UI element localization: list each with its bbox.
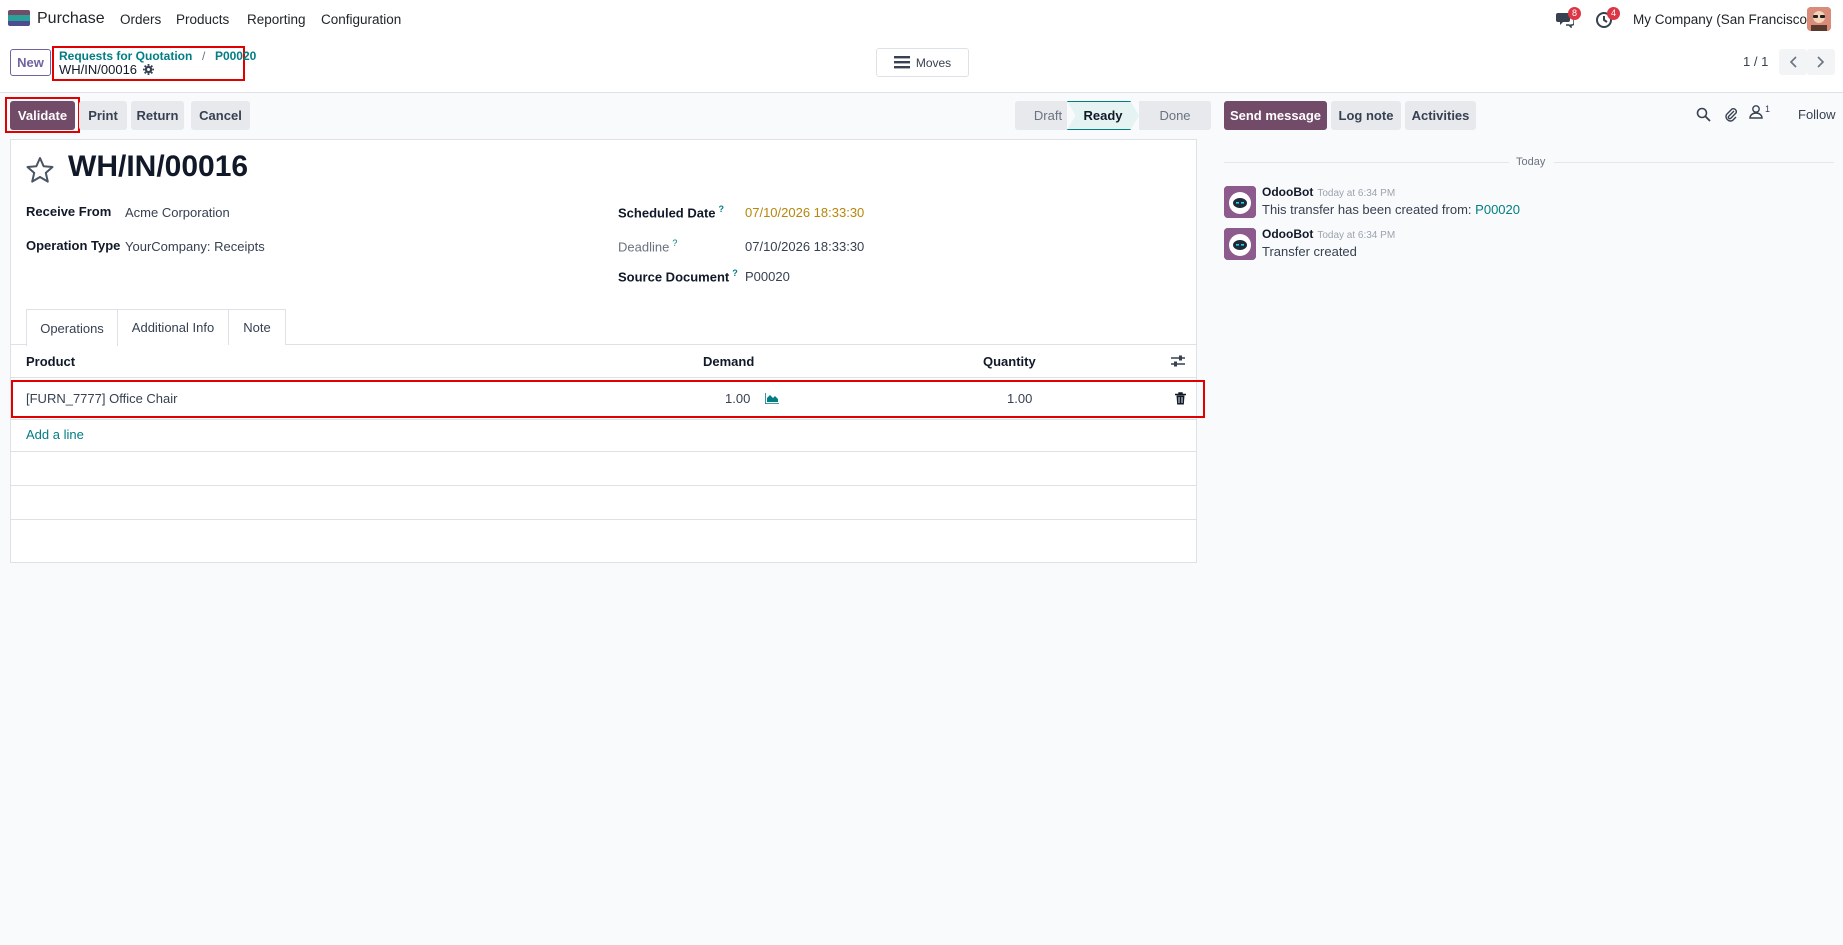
col-quantity[interactable]: Quantity: [983, 354, 1036, 369]
date-separator: Today: [1224, 156, 1834, 168]
breadcrumb-order-link[interactable]: P00020: [215, 49, 256, 63]
separator-label: Today: [1516, 156, 1546, 168]
message-body: This transfer has been created from: P00…: [1262, 202, 1520, 217]
help-icon[interactable]: ?: [732, 268, 738, 278]
follow-button[interactable]: Follow: [1798, 107, 1836, 122]
app-name[interactable]: Purchase: [37, 10, 105, 28]
breadcrumb-current: WH/IN/00016: [59, 62, 155, 77]
help-icon[interactable]: ?: [672, 238, 677, 248]
new-button[interactable]: New: [10, 49, 51, 76]
chevron-left-icon: [1789, 56, 1797, 68]
receive-from-label: Receive From: [26, 204, 112, 219]
stage-done[interactable]: Done: [1139, 101, 1211, 130]
message-time: Today at 6:34 PM: [1317, 188, 1396, 199]
followers-button[interactable]: 1: [1749, 104, 1770, 119]
chevron-right-icon: [1817, 56, 1825, 68]
source-document-text: Source Document: [618, 269, 730, 285]
top-navbar: Purchase Orders Products Reporting Confi…: [0, 0, 1843, 40]
breadcrumb: Requests for Quotation / P00020: [59, 48, 256, 63]
return-button[interactable]: Return: [131, 101, 184, 130]
menu-orders[interactable]: Orders: [120, 12, 161, 27]
log-note-button[interactable]: Log note: [1331, 101, 1401, 130]
messages-systray[interactable]: 8: [1556, 7, 1582, 30]
col-demand[interactable]: Demand: [703, 354, 754, 369]
current-record-name: WH/IN/00016: [59, 62, 138, 77]
separator-line: [1224, 162, 1509, 163]
breadcrumb-rfq-link[interactable]: Requests for Quotation: [59, 49, 192, 63]
message-author[interactable]: OdooBot: [1262, 227, 1313, 241]
record-title: WH/IN/00016: [68, 150, 249, 183]
message-time: Today at 6:34 PM: [1317, 230, 1396, 241]
activities-systray[interactable]: 4: [1595, 7, 1621, 30]
send-message-button[interactable]: Send message: [1224, 101, 1327, 130]
control-panel: New Requests for Quotation / P00020 WH/I…: [0, 40, 1843, 93]
moves-smart-button[interactable]: Moves: [876, 48, 969, 77]
tab-additional-info[interactable]: Additional Info: [118, 309, 229, 345]
search-icon[interactable]: [1696, 107, 1711, 122]
menu-reporting[interactable]: Reporting: [247, 12, 306, 27]
print-button[interactable]: Print: [79, 101, 127, 130]
pager-value[interactable]: 1 / 1: [1743, 54, 1768, 69]
messages-badge: 8: [1568, 7, 1582, 20]
tab-operations[interactable]: Operations: [26, 309, 118, 346]
stage-ready[interactable]: Ready: [1067, 101, 1139, 130]
gear-icon[interactable]: [143, 64, 155, 75]
scheduled-date-label: Scheduled Date?: [618, 204, 724, 220]
operation-type-field[interactable]: YourCompany: Receipts: [125, 239, 265, 254]
message-author[interactable]: OdooBot: [1262, 185, 1313, 199]
scheduled-date-field[interactable]: 07/10/2026 18:33:30: [745, 205, 864, 220]
help-icon[interactable]: ?: [719, 204, 725, 214]
row-highlight: [11, 380, 1205, 418]
tab-note[interactable]: Note: [229, 309, 286, 345]
source-document-label: Source Document?: [618, 268, 738, 284]
optional-columns-icon[interactable]: [1171, 355, 1185, 367]
source-document-field[interactable]: P00020: [745, 269, 790, 284]
add-line-link[interactable]: Add a line: [26, 427, 84, 442]
deadline-label: Deadline?: [618, 238, 677, 254]
cancel-button[interactable]: Cancel: [191, 101, 250, 130]
list-icon: [893, 56, 910, 69]
scheduled-date-text: Scheduled Date: [618, 205, 716, 221]
avatar[interactable]: [1224, 228, 1256, 260]
separator-line: [1554, 162, 1834, 163]
user-avatar[interactable]: [1807, 7, 1831, 31]
message-body: Transfer created: [1262, 244, 1357, 259]
deadline-field[interactable]: 07/10/2026 18:33:30: [745, 239, 864, 254]
statusbar: Draft Ready Done: [1015, 101, 1211, 130]
operation-type-label: Operation Type: [26, 238, 121, 253]
followers-count: 1: [1765, 104, 1771, 114]
paperclip-icon[interactable]: [1723, 106, 1738, 122]
moves-label: Moves: [915, 55, 952, 70]
empty-row-divider: [11, 519, 1196, 520]
menu-configuration[interactable]: Configuration: [321, 12, 401, 27]
message-header: OdooBot Today at 6:34 PM: [1262, 226, 1395, 241]
avatar[interactable]: [1224, 186, 1256, 218]
receive-from-field[interactable]: Acme Corporation: [125, 205, 230, 220]
empty-row-divider: [11, 485, 1196, 486]
form-sheet: WH/IN/00016 Receive From Acme Corporatio…: [10, 139, 1205, 563]
row-divider: [11, 419, 1196, 420]
validate-button[interactable]: Validate: [10, 101, 75, 130]
col-product[interactable]: Product: [26, 354, 75, 369]
message-text: This transfer has been created from:: [1262, 202, 1472, 217]
breadcrumb-separator: /: [201, 49, 206, 63]
stage-draft[interactable]: Draft: [1015, 101, 1067, 130]
pager-previous-button[interactable]: [1779, 49, 1807, 75]
pager-next-button[interactable]: [1807, 49, 1835, 75]
menu-products[interactable]: Products: [176, 12, 229, 27]
empty-row-divider: [11, 451, 1196, 452]
company-switcher[interactable]: My Company (San Francisco): [1633, 12, 1812, 27]
message-order-link[interactable]: P00020: [1475, 202, 1520, 217]
star-icon[interactable]: [25, 156, 55, 184]
activities-button[interactable]: Activities: [1405, 101, 1476, 130]
deadline-text: Deadline: [618, 239, 670, 255]
message-header: OdooBot Today at 6:34 PM: [1262, 184, 1395, 199]
user-icon: [1749, 105, 1763, 119]
header-divider: [11, 377, 1196, 378]
purchase-app-icon[interactable]: [8, 10, 30, 26]
activities-badge: 4: [1607, 7, 1621, 20]
